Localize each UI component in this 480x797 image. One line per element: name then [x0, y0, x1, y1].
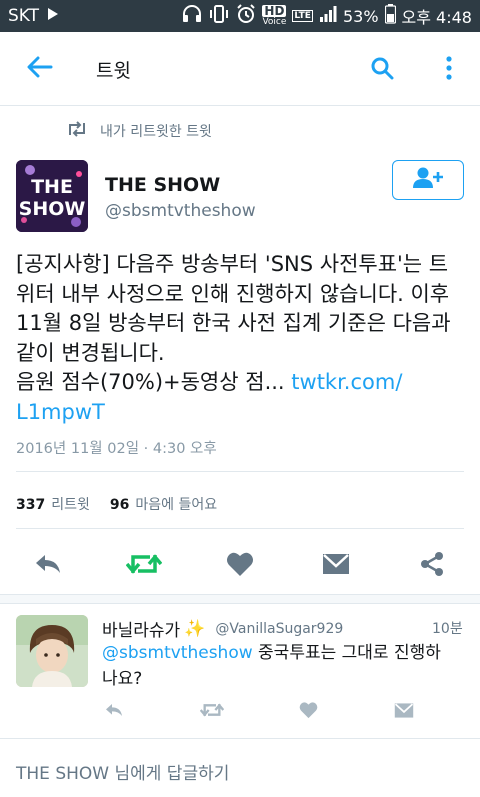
reply-reply-button[interactable] — [102, 700, 126, 724]
search-button[interactable] — [364, 52, 400, 88]
sparkles-emoji: ✨ — [184, 618, 206, 639]
clock: 오후 4:48 — [401, 8, 472, 27]
reply-author[interactable]: 바닐라슈가 ✨ @VanillaSugar929 — [102, 616, 344, 642]
tweet-text: [공지사항] 다음주 방송부터 'SNS 사전투표'는 트위터 내부 사정으로 … — [16, 250, 466, 427]
carrier-label: SKT — [8, 6, 40, 26]
envelope-icon — [322, 552, 350, 580]
status-bar: SKT HD Voice LTE 53% 오후 4:48 — [0, 0, 480, 32]
envelope-icon — [394, 702, 414, 723]
heart-icon — [226, 551, 254, 581]
reply-compose-bar[interactable]: THE SHOW 님에게 답글하기 — [0, 738, 480, 797]
author-handle[interactable]: @sbsmtvtheshow — [105, 201, 256, 221]
signal-icon — [319, 5, 337, 27]
reply-icon — [33, 552, 63, 580]
direct-message-button[interactable] — [316, 546, 356, 586]
tweet-timestamp: 2016년 11월 02일 · 4:30 오후 — [16, 441, 217, 457]
more-options-button[interactable] — [434, 52, 464, 88]
app-bar: 트윗 — [0, 32, 480, 106]
more-vert-icon — [446, 56, 452, 84]
divider — [16, 528, 464, 529]
play-store-icon — [47, 6, 59, 26]
reply-compose-placeholder: THE SHOW 님에게 답글하기 — [16, 764, 230, 784]
avatar-text-show: SHOW — [19, 198, 86, 220]
reply-author-name: 바닐라슈가 — [102, 621, 181, 641]
share-button[interactable] — [412, 546, 452, 586]
likes-stat[interactable]: 96 마음에 들어요 — [110, 494, 217, 514]
reply-actions — [0, 700, 480, 724]
hd-voice-icon: HD Voice — [262, 4, 287, 27]
author-avatar[interactable]: THE SHOW — [16, 160, 88, 232]
tweet-stats: 337 리트윗 96 마음에 들어요 — [16, 494, 217, 514]
follow-button[interactable] — [392, 160, 464, 200]
lte-icon: LTE — [292, 10, 313, 22]
author-name[interactable]: THE SHOW — [105, 174, 220, 196]
like-button[interactable] — [220, 546, 260, 586]
reply-timestamp: 10분 — [432, 621, 463, 637]
reply-dm-button[interactable] — [392, 700, 416, 724]
retweets-label: 리트윗 — [51, 497, 90, 513]
reply-text: @sbsmtvtheshow 중국투표는 그대로 진행하나요? — [102, 640, 452, 692]
add-user-icon — [411, 166, 445, 194]
reply-retweet-button[interactable] — [199, 700, 225, 724]
reply-mention[interactable]: @sbsmtvtheshow — [102, 643, 253, 663]
share-icon — [419, 551, 445, 581]
reply-button[interactable] — [28, 546, 68, 586]
search-icon — [370, 56, 394, 84]
reply-author-handle: @VanillaSugar929 — [215, 620, 344, 637]
likes-label: 마음에 들어요 — [135, 497, 218, 513]
retweet-context: 내가 리트윗한 트윗 — [66, 121, 212, 141]
vibrate-icon — [208, 5, 230, 27]
page-title: 트윗 — [96, 60, 131, 82]
retweets-stat[interactable]: 337 리트윗 — [16, 494, 90, 514]
divider — [16, 471, 464, 472]
retweet-icon — [125, 551, 163, 581]
section-divider — [0, 594, 480, 604]
reply-icon — [103, 702, 125, 722]
retweet-icon — [199, 701, 225, 723]
retweets-count: 337 — [16, 497, 46, 513]
battery-percent: 53% — [342, 6, 379, 26]
reply-like-button[interactable] — [296, 700, 320, 724]
alarm-icon — [236, 4, 256, 28]
back-arrow-icon — [27, 56, 53, 82]
likes-count: 96 — [109, 497, 130, 513]
headset-icon — [182, 5, 202, 27]
retweet-small-icon — [66, 121, 88, 141]
heart-icon — [299, 701, 318, 723]
tweet-actions — [0, 546, 480, 586]
avatar-text-the: THE — [31, 176, 73, 198]
retweet-context-label: 내가 리트윗한 트윗 — [100, 124, 212, 140]
reply-author-avatar[interactable] — [16, 615, 88, 687]
retweet-button[interactable] — [124, 546, 164, 586]
back-button[interactable] — [0, 32, 80, 106]
battery-icon — [384, 4, 396, 28]
